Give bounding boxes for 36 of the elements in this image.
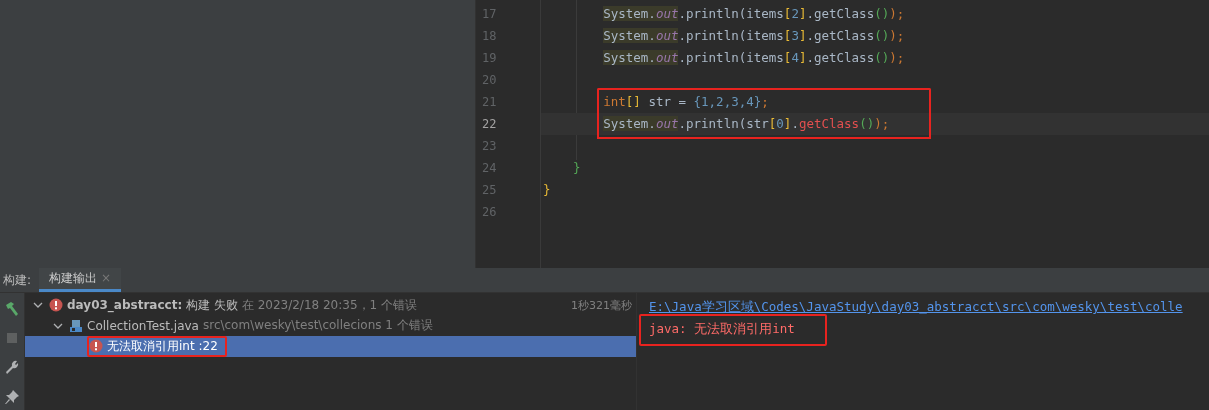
code-line: int[] str = {1,2,3,4}; — [602, 94, 769, 109]
pin-icon[interactable] — [4, 389, 20, 405]
code-line: } — [572, 160, 581, 175]
build-output-tab[interactable]: 构建输出 × — [39, 268, 121, 292]
tree-item-title: 无法取消引用int :22 — [107, 337, 218, 355]
tree-item-detail: 在 2023/2/18 20:35，1 个错误 — [241, 296, 418, 314]
tree-row[interactable]: day03_abstracct: 构建 失败 在 2023/2/18 20:35，1 个错误 1秒321毫秒 — [25, 295, 636, 316]
tree-item-detail: src\com\wesky\test\collecions 1 个错误 — [202, 317, 433, 335]
hammer-icon[interactable] — [4, 301, 20, 317]
line-number: 24 — [481, 160, 498, 177]
panel-title: 构建: — [2, 272, 33, 289]
line-number: 23 — [481, 138, 498, 155]
error-icon — [49, 298, 63, 313]
line-number: 26 — [481, 204, 498, 221]
line-number: 21 — [481, 94, 498, 111]
tree-row[interactable]: CollectionTest.java src\com\wesky\test\collecions 1 个错误 — [25, 315, 636, 336]
code-line: System.out.println(items[2].getClass()); — [602, 6, 905, 21]
tree-item-title: day03_abstracct: 构建 失败 — [67, 296, 238, 314]
tree-item-title: CollectionTest.java — [87, 318, 199, 333]
line-number: 20 — [481, 72, 498, 89]
code-line: System.out.println(str[0].getClass()); — [602, 116, 890, 131]
code-line: System.out.println(items[3].getClass()); — [602, 28, 905, 43]
code-line: } — [543, 182, 551, 197]
error-message: java: 无法取消引用int — [649, 321, 795, 336]
line-number: 17 — [481, 6, 498, 23]
java-file-icon — [69, 318, 83, 333]
code-line: System.out.println(items[4].getClass()); — [602, 50, 905, 65]
file-path-link[interactable]: E:\Java学习区域\Codes\JavaStudy\day03_abstracct\src\com\wesky\test\colle — [649, 299, 1183, 314]
line-number: 19 — [481, 50, 498, 67]
line-number: 25 — [481, 182, 498, 199]
line-number: 22 — [481, 116, 498, 133]
line-number: 18 — [481, 28, 498, 45]
build-duration: 1秒321毫秒 — [571, 297, 633, 313]
tree-row[interactable]: 无法取消引用int :22 — [25, 336, 636, 357]
error-icon — [89, 339, 103, 354]
wrench-icon[interactable] — [4, 359, 20, 375]
